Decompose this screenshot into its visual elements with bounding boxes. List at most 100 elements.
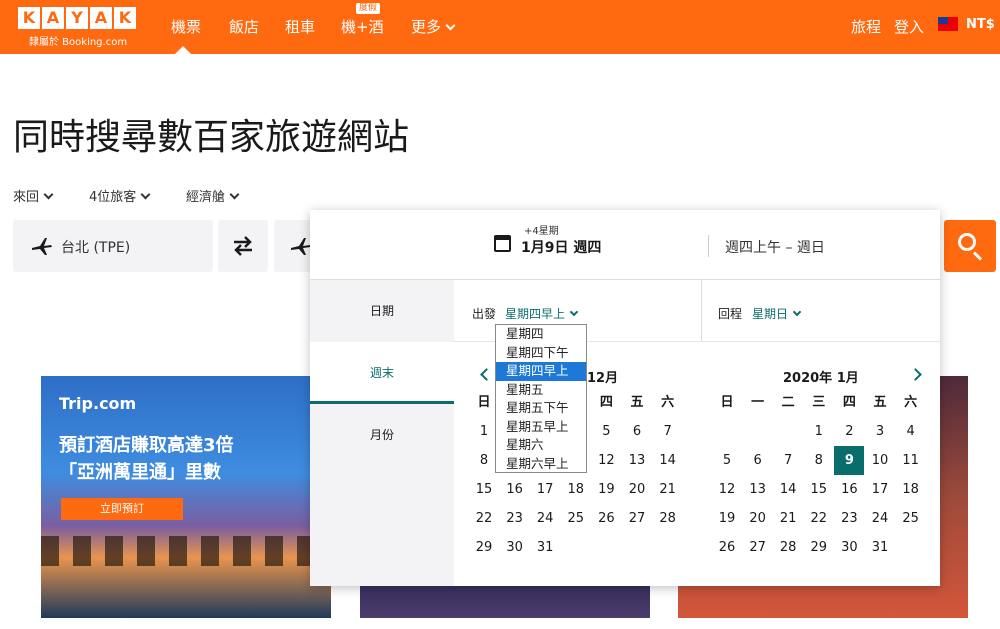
weekday-header: 三 (812, 395, 826, 410)
calendar-day[interactable]: 13 (622, 446, 652, 475)
calendar-day[interactable]: 26 (591, 504, 621, 533)
swap-button[interactable] (218, 220, 268, 272)
dropdown-option[interactable]: 星期六 (496, 436, 586, 455)
tab-weekend[interactable]: 週末 (310, 342, 454, 404)
calendar-day[interactable]: 3 (865, 417, 895, 446)
calendar-day[interactable]: 28 (653, 504, 683, 533)
calendar-day[interactable]: 12 (591, 446, 621, 475)
calendar-day[interactable]: 23 (500, 504, 530, 533)
calendar-day[interactable]: 31 (530, 533, 560, 562)
calendar-day[interactable]: 14 (653, 446, 683, 475)
dropdown-option[interactable]: 星期六早上 (496, 455, 586, 474)
search-button[interactable] (944, 220, 996, 272)
calendar-day[interactable]: 7 (773, 446, 803, 475)
promo-card-trip[interactable]: Trip.com 預訂酒店賺取高達3倍 「亞洲萬里通」里數 立即預訂 (41, 376, 331, 618)
calendar-day[interactable]: 30 (834, 533, 864, 562)
calendar-day[interactable]: 18 (561, 475, 591, 504)
calendar-icon (494, 235, 511, 252)
calendar-day[interactable]: 10 (865, 446, 895, 475)
dropdown-option[interactable]: 星期五下午 (496, 399, 586, 418)
return-date-field[interactable]: 週四上午 – 週日 (725, 237, 825, 257)
calendar-day[interactable]: 21 (773, 504, 803, 533)
calendar-day[interactable]: 31 (865, 533, 895, 562)
calendar-day[interactable]: 2 (834, 417, 864, 446)
nav-more[interactable]: 更多 (411, 16, 456, 37)
weekday-header: 六 (904, 395, 918, 410)
currency-selector[interactable]: NT$ (966, 17, 995, 32)
nav-hotels[interactable]: 飯店 (229, 16, 259, 37)
next-month-icon[interactable] (909, 368, 922, 381)
calendar-day[interactable]: 17 (865, 475, 895, 504)
prev-month-icon[interactable] (480, 368, 493, 381)
calendar-day[interactable]: 7 (653, 417, 683, 446)
calendar-day[interactable]: 27 (743, 533, 773, 562)
depart-flex-dropdown[interactable]: 星期四 星期四下午 星期四早上 星期五 星期五下午 星期五早上 星期六 星期六早… (495, 324, 587, 473)
dropdown-option[interactable]: 星期五早上 (496, 418, 586, 437)
weekday-header: 日 (720, 395, 734, 410)
nav-cars[interactable]: 租車 (285, 16, 315, 37)
depart-flex-select[interactable]: 星期四早上 (505, 305, 579, 322)
calendar-day[interactable]: 25 (561, 504, 591, 533)
trip-type-dropdown[interactable]: 來回 (13, 186, 54, 205)
cabin-dropdown[interactable]: 經濟艙 (186, 186, 240, 205)
calendar-day-selected[interactable]: 9 (834, 446, 865, 475)
dropdown-option[interactable]: 星期四 (496, 325, 586, 344)
calendar-day[interactable]: 14 (773, 475, 803, 504)
travelers-dropdown[interactable]: 4位旅客 (89, 186, 151, 205)
calendar-day[interactable]: 5 (712, 446, 742, 475)
depart-date-field[interactable]: 1月9日 週四 (521, 237, 601, 257)
calendar-day[interactable]: 27 (622, 504, 652, 533)
calendar-day[interactable]: 17 (530, 475, 560, 504)
promo-line-1: 預訂酒店賺取高達3倍 (59, 435, 234, 456)
calendar-day[interactable]: 15 (469, 475, 499, 504)
calendar-day[interactable]: 19 (591, 475, 621, 504)
calendar-day[interactable]: 4 (896, 417, 926, 446)
calendar-day[interactable]: 15 (804, 475, 834, 504)
calendar-day[interactable]: 16 (500, 475, 530, 504)
nav-flight-hotel[interactable]: 機+酒 (341, 16, 384, 37)
dropdown-option-selected[interactable]: 星期四早上 (496, 362, 586, 381)
calendar-day[interactable]: 24 (530, 504, 560, 533)
nav-login[interactable]: 登入 (894, 16, 924, 37)
calendar-day[interactable]: 21 (653, 475, 683, 504)
calendar-day[interactable]: 12 (712, 475, 742, 504)
return-flex-select[interactable]: 星期日 (752, 305, 802, 322)
calendar-day[interactable]: 18 (896, 475, 926, 504)
tab-dates[interactable]: 日期 (310, 280, 454, 342)
calendar-day[interactable]: 11 (896, 446, 926, 475)
calendar-day[interactable]: 16 (834, 475, 864, 504)
calendar-day[interactable]: 6 (622, 417, 652, 446)
calendar-day[interactable]: 20 (622, 475, 652, 504)
weekday-header: 二 (781, 395, 795, 410)
tab-months[interactable]: 月份 (310, 404, 454, 466)
calendar-day[interactable]: 28 (773, 533, 803, 562)
dropdown-option[interactable]: 星期五 (496, 381, 586, 400)
calendar-day[interactable]: 22 (804, 504, 834, 533)
calendar-day[interactable]: 20 (743, 504, 773, 533)
calendar-day[interactable]: 13 (743, 475, 773, 504)
calendar-day[interactable]: 19 (712, 504, 742, 533)
calendar-day[interactable]: 1 (804, 417, 834, 446)
promo-cta-button[interactable]: 立即預訂 (61, 498, 183, 520)
calendar-day[interactable]: 22 (469, 504, 499, 533)
calendar-day[interactable]: 30 (500, 533, 530, 562)
calendar-day[interactable]: 29 (469, 533, 499, 562)
calendar-day[interactable]: 23 (834, 504, 864, 533)
calendar-day[interactable]: 26 (712, 533, 742, 562)
dropdown-option[interactable]: 星期四下午 (496, 344, 586, 363)
kayak-logo[interactable]: K A Y A K (18, 7, 136, 29)
calendar-day[interactable]: 24 (865, 504, 895, 533)
flex-weeks-label: +4星期 (524, 226, 559, 237)
plane-icon (32, 238, 52, 255)
destination-field[interactable] (274, 220, 314, 272)
taiwan-flag-icon[interactable] (938, 17, 958, 31)
search-icon (958, 233, 976, 251)
origin-field[interactable]: 台北 (TPE) (13, 220, 213, 272)
calendar-day[interactable]: 29 (804, 533, 834, 562)
calendar-day[interactable]: 6 (743, 446, 773, 475)
nav-trips[interactable]: 旅程 (851, 16, 881, 37)
nav-flights[interactable]: 機票 (171, 16, 201, 37)
calendar-day[interactable]: 5 (591, 417, 621, 446)
calendar-day[interactable]: 8 (804, 446, 834, 475)
calendar-day[interactable]: 25 (896, 504, 926, 533)
